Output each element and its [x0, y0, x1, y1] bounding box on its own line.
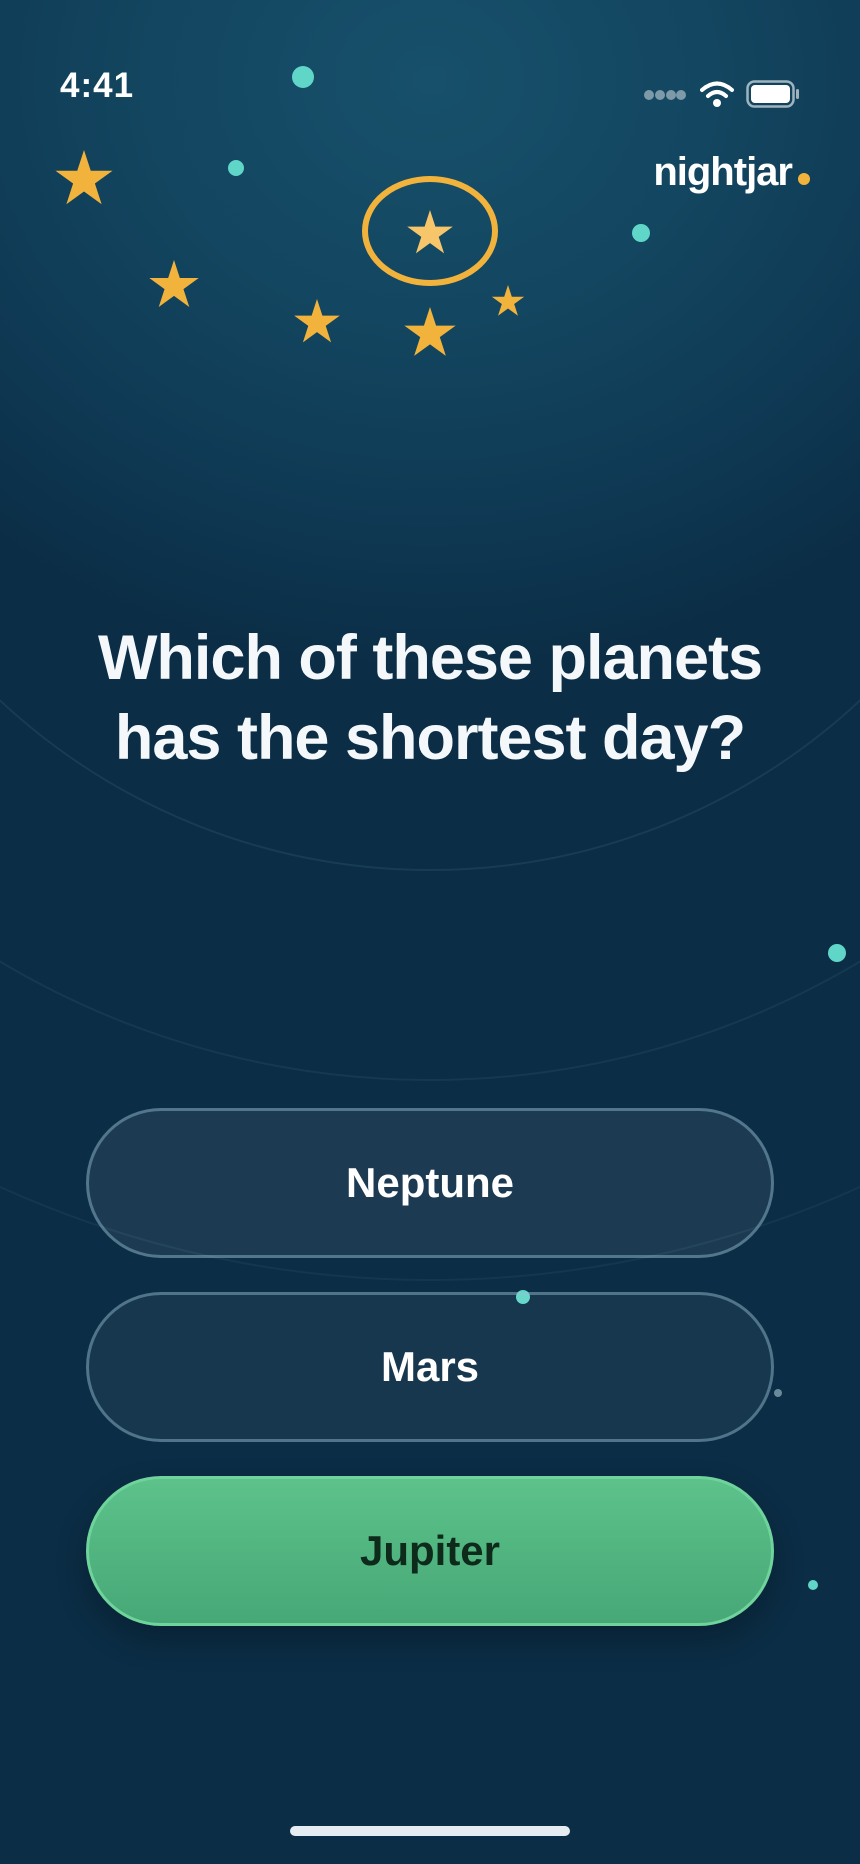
decor-dot: [228, 160, 244, 176]
decor-dot: [632, 224, 650, 242]
question-text: Which of these planets has the shortest …: [97, 623, 763, 773]
highlighted-star-icon: [362, 176, 498, 286]
answer-label: Jupiter: [359, 1527, 501, 1574]
quiz-screen: 4:41 nightjar Which of these planets has…: [0, 0, 860, 1864]
answer-label: Mars: [380, 1343, 480, 1390]
home-indicator[interactable]: [290, 1826, 570, 1836]
decorative-stars: [55, 66, 650, 356]
answer-option-jupiter[interactable]: Jupiter: [86, 1476, 774, 1626]
star-icon: [55, 150, 113, 205]
star-icon: [491, 285, 525, 316]
answer-option-neptune[interactable]: Neptune: [86, 1108, 774, 1258]
decor-dot: [292, 66, 314, 88]
star-icon: [149, 260, 199, 308]
answer-option-mars[interactable]: Mars: [86, 1292, 774, 1442]
answer-label: Neptune: [346, 1159, 514, 1206]
star-icon: [404, 307, 456, 356]
star-icon: [294, 299, 340, 343]
